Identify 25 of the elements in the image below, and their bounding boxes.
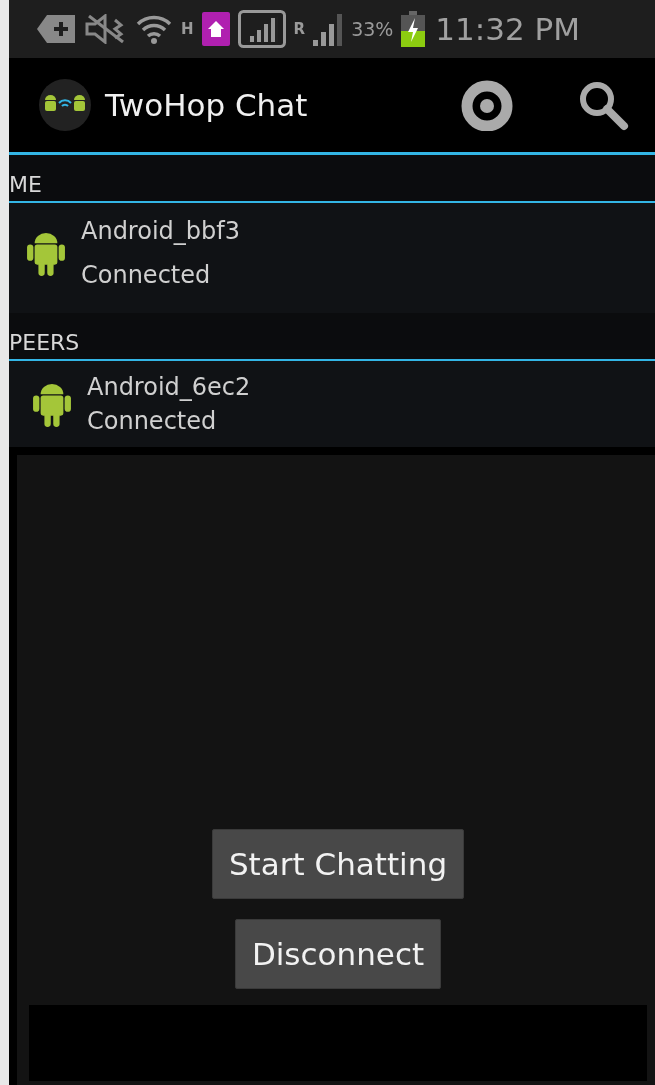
device-row[interactable]: Android_bbf3 Connected [9,203,655,313]
roaming-label: R [293,21,306,37]
add-notification-icon [37,13,77,45]
app-title: TwoHop Chat [105,87,309,123]
settings-icon[interactable] [461,79,513,131]
app-logo-icon [39,79,91,131]
home-icon [201,12,230,46]
battery-charging-icon [401,11,426,47]
device-row[interactable]: Android_6ec2 Connected [9,361,655,447]
signal-icon [313,12,344,46]
clock: 11:32 PM [435,11,580,47]
battery-percentage: 33% [351,18,394,40]
start-chatting-button[interactable]: Start Chatting [211,829,465,899]
mute-icon [85,14,127,44]
device-status: Connected [81,261,212,289]
device-status: Connected [87,407,218,435]
device-name: Android_bbf3 [81,217,240,245]
signal-icon [237,10,286,48]
wifi-icon [135,13,173,45]
section-title: ME [9,172,42,199]
device-name: Android_6ec2 [87,373,251,401]
disconnect-button[interactable]: Disconnect [234,919,442,989]
network-type-label: H [181,21,194,37]
section-title: PEERS [9,330,80,357]
search-icon[interactable] [577,79,629,131]
